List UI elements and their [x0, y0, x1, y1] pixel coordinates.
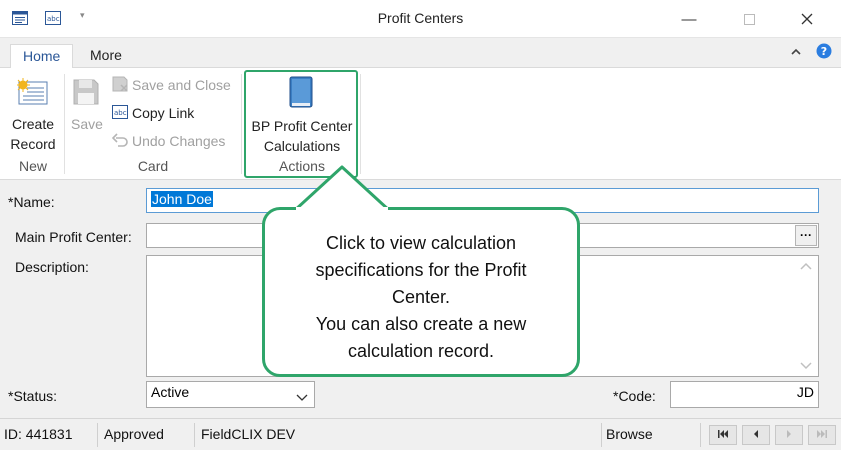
- scroll-down-icon[interactable]: [799, 357, 813, 373]
- ribbon-separator: [64, 74, 65, 174]
- undo-changes-button[interactable]: Undo Changes: [111, 130, 226, 152]
- create-record-label-line1: Create: [11, 116, 55, 132]
- callout-line: Click to view calculation: [325, 233, 517, 253]
- main-profit-center-lookup-button[interactable]: ···: [795, 225, 817, 246]
- name-label: *Name:: [8, 194, 55, 210]
- status-separator: [700, 423, 701, 447]
- scroll-up-icon[interactable]: [799, 259, 813, 275]
- create-record-button[interactable]: Create Record: [4, 72, 62, 156]
- previous-record-button[interactable]: [742, 425, 770, 445]
- status-separator: [97, 423, 98, 447]
- ribbon-separator: [241, 74, 242, 174]
- main-profit-center-label: Main Profit Center:: [15, 229, 132, 245]
- maximize-button[interactable]: [726, 0, 772, 38]
- copy-link-button[interactable]: abc Copy Link: [112, 102, 194, 124]
- ribbon-tab-bar: Home More ?: [0, 38, 841, 69]
- record-state: Approved: [104, 426, 164, 442]
- create-record-icon: [16, 78, 49, 109]
- callout-pointer-join: [296, 207, 388, 211]
- help-icon[interactable]: ?: [816, 43, 832, 62]
- actions-highlight-box: [244, 70, 358, 178]
- last-record-button[interactable]: [808, 425, 836, 445]
- first-record-button[interactable]: [709, 425, 737, 445]
- status-separator: [194, 423, 195, 447]
- close-button[interactable]: [784, 0, 830, 38]
- form-mode: Browse: [606, 426, 653, 442]
- svg-text:abc: abc: [114, 109, 127, 117]
- save-and-close-label: Save and Close: [132, 77, 231, 93]
- description-label: Description:: [15, 259, 89, 275]
- code-value: JD: [796, 384, 814, 400]
- callout-line: You can also create a new: [315, 314, 527, 334]
- status-label: *Status:: [8, 388, 58, 404]
- last-record-icon: [817, 430, 827, 440]
- window-title: Profit Centers: [377, 10, 464, 26]
- title-bar: abc ▾ Profit Centers —: [0, 0, 841, 38]
- save-label: Save: [71, 116, 103, 132]
- database-name: FieldCLIX DEV: [201, 426, 296, 442]
- status-value: Active: [151, 384, 190, 400]
- undo-changes-label: Undo Changes: [132, 133, 226, 149]
- copy-link-icon: abc: [112, 104, 128, 122]
- save-and-close-icon: [112, 76, 128, 95]
- minimize-button[interactable]: —: [666, 0, 712, 38]
- callout-text: Click to view calculation specifications…: [265, 230, 577, 365]
- save-icon: [72, 78, 100, 109]
- group-label-card: Card: [137, 158, 169, 174]
- ribbon-separator: [360, 74, 361, 174]
- svg-text:?: ?: [821, 45, 827, 58]
- chevron-down-icon: [296, 389, 308, 405]
- record-id: ID: 441831: [4, 426, 73, 442]
- create-record-label-line2: Record: [10, 136, 56, 152]
- group-label-new: New: [18, 158, 47, 174]
- code-input[interactable]: JD: [670, 381, 819, 408]
- copy-link-label: Copy Link: [132, 105, 195, 121]
- code-label: *Code:: [613, 388, 656, 404]
- previous-record-icon: [753, 430, 759, 440]
- first-record-icon: [718, 430, 728, 440]
- ribbon: Create Record New Save Save and Close ab…: [0, 68, 841, 180]
- status-select[interactable]: Active: [146, 381, 315, 408]
- callout-line: specifications for the Profit: [315, 260, 527, 280]
- tooltip-callout: Click to view calculation specifications…: [262, 207, 580, 377]
- chevron-up-icon[interactable]: [790, 45, 802, 61]
- next-record-icon: [786, 430, 792, 440]
- callout-pointer: [292, 165, 392, 211]
- callout-line: Center.: [391, 287, 451, 307]
- callout-line: calculation record.: [347, 341, 495, 361]
- name-value: John Doe: [151, 191, 213, 207]
- tab-more[interactable]: More: [78, 44, 134, 69]
- save-and-close-button[interactable]: Save and Close: [112, 74, 231, 96]
- undo-icon: [111, 132, 128, 150]
- tab-home[interactable]: Home: [10, 44, 74, 69]
- save-button[interactable]: Save: [68, 72, 106, 156]
- next-record-button[interactable]: [775, 425, 803, 445]
- status-bar: ID: 441831 Approved FieldCLIX DEV Browse: [0, 418, 841, 450]
